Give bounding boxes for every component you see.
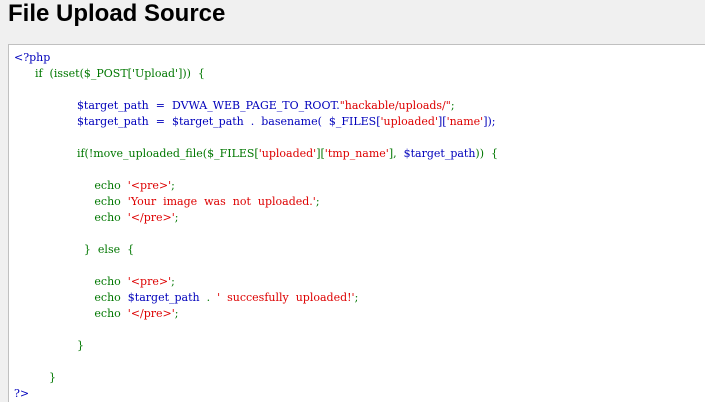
code-token: echo [14, 275, 128, 288]
source-code-box: <?php if (isset($_POST['Upload'])) { $ta… [8, 44, 705, 402]
code-token: echo [14, 307, 128, 320]
code-token: 'uploaded' [258, 147, 317, 160]
code-token: $target_path [403, 147, 476, 160]
code-token: ; [315, 195, 320, 208]
code-token: } [14, 339, 84, 352]
code-token: '<pre>' [127, 275, 172, 288]
code-line: $target_path = $target_path . basename( … [14, 114, 498, 130]
code-token: ][ [437, 115, 447, 128]
code-token: 'tmp_name' [324, 147, 389, 160]
code-token: <?php [14, 51, 51, 64]
code-token: '<pre>' [127, 179, 172, 192]
code-line: echo '<pre>'; [14, 178, 498, 194]
code-token: 'name' [446, 115, 484, 128]
code-token: ; [450, 99, 455, 112]
code-token: ; [174, 307, 179, 320]
code-token: echo [14, 211, 128, 224]
source-code: <?php if (isset($_POST['Upload'])) { $ta… [14, 50, 498, 402]
code-token: ]); [483, 115, 496, 128]
code-token: ; [354, 291, 359, 304]
code-token: if (isset($_POST['Upload'])) { [14, 67, 205, 80]
page-title: File Upload Source [8, 0, 226, 27]
code-token: ?> [14, 387, 30, 400]
code-token: '</pre>' [127, 307, 175, 320]
code-line: ?> [14, 386, 498, 402]
code-token: ; [171, 179, 175, 192]
code-line: echo '</pre>'; [14, 210, 498, 226]
code-token: "hackable/uploads/" [339, 99, 451, 112]
code-token: 'uploaded' [380, 115, 438, 128]
code-line: if (isset($_POST['Upload'])) { [14, 66, 498, 82]
code-token: ; [171, 275, 175, 288]
code-token: $target_path [127, 291, 200, 304]
code-token: } else { [14, 243, 135, 256]
code-token: '</pre>' [127, 211, 175, 224]
code-line: echo '</pre>'; [14, 306, 498, 322]
code-line: } else { [14, 242, 498, 258]
page: File Upload Source <?php if (isset($_POS… [0, 0, 705, 402]
code-token: ' succesfully uploaded!' [217, 291, 355, 304]
code-token: echo [14, 291, 128, 304]
code-token: ; [174, 211, 179, 224]
code-token: )) { [475, 147, 498, 160]
code-token: $target_path = $target_path . basename( … [14, 115, 381, 128]
code-token: echo [14, 195, 128, 208]
code-token: ], [388, 147, 404, 160]
code-token: 'Your image was not uploaded.' [127, 195, 316, 208]
code-token: ][ [316, 147, 325, 160]
code-token: . [199, 291, 218, 304]
code-line: $target_path = DVWA_WEB_PAGE_TO_ROOT."ha… [14, 98, 498, 114]
code-token: $target_path = DVWA_WEB_PAGE_TO_ROOT. [14, 99, 340, 112]
code-line: } [14, 338, 498, 354]
code-token: echo [14, 179, 128, 192]
code-line: <?php [14, 50, 498, 66]
code-token: if(!move_uploaded_file($_FILES[ [14, 147, 259, 160]
code-line: echo $target_path . ' succesfully upload… [14, 290, 498, 306]
code-line: echo '<pre>'; [14, 274, 498, 290]
code-line: if(!move_uploaded_file($_FILES['uploaded… [14, 146, 498, 162]
code-line: echo 'Your image was not uploaded.'; [14, 194, 498, 210]
code-token: } [14, 371, 56, 384]
code-line: } [14, 370, 498, 386]
